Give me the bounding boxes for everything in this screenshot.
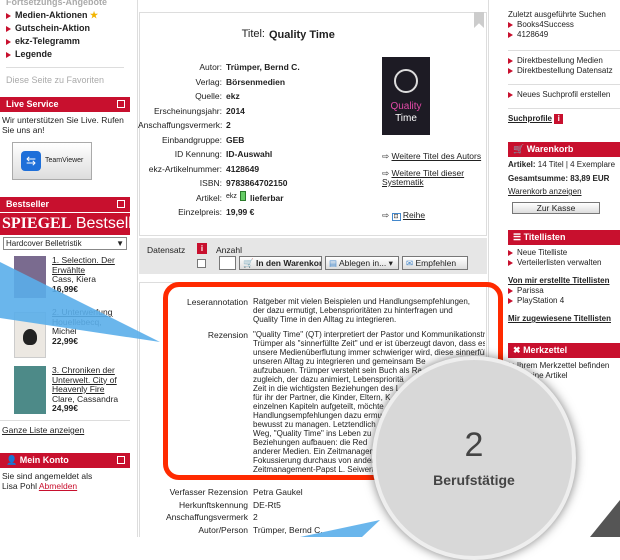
callout-badge: 2 Berufstätige (372, 356, 576, 560)
callout-arrow-right (590, 500, 620, 537)
callout-arrow-left (0, 262, 160, 342)
callout-caption: Berufstätige (433, 472, 515, 488)
callout-number: 2 (464, 426, 484, 464)
callout-arrow-bottom (300, 520, 380, 537)
